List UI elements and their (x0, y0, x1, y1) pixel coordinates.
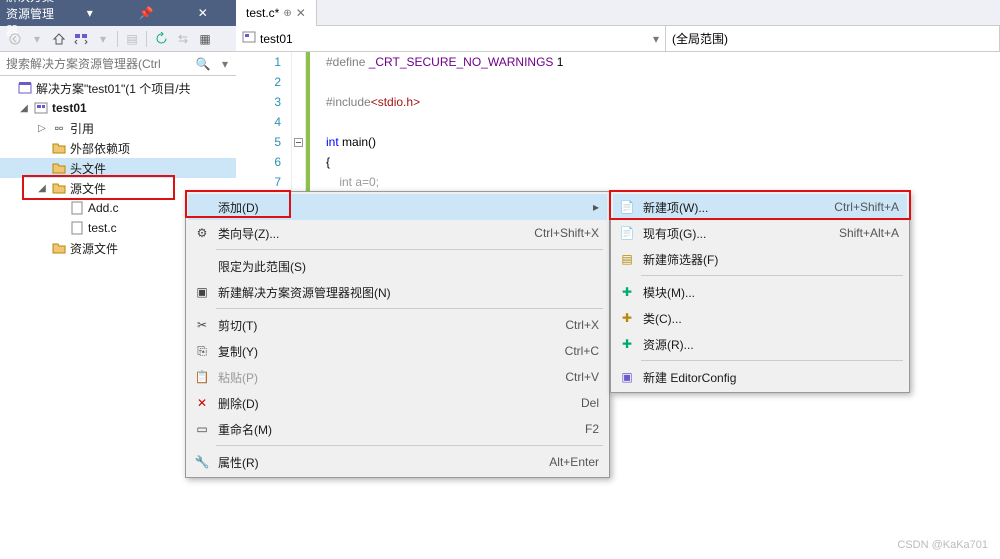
dropdown-icon[interactable]: ▾ (63, 5, 118, 21)
collapse-button[interactable]: ⇆ (172, 28, 194, 50)
menu-rename[interactable]: ▭重命名(M)F2 (188, 416, 607, 442)
context-menu: 添加(D)▸ ⚙类向导(Z)...Ctrl+Shift+X 限定为此范围(S) … (185, 191, 610, 478)
close-icon[interactable]: ✕ (176, 5, 231, 21)
wrench-icon: 🔧 (192, 455, 212, 469)
search-row: 🔍 ▾ (0, 52, 236, 76)
dropdown2-button[interactable]: ▾ (92, 28, 114, 50)
scope2-label: (全局范围) (672, 30, 728, 47)
change-indicator (306, 52, 310, 192)
paste-icon: 📋 (192, 370, 212, 384)
pin-icon[interactable]: 📌 (119, 5, 174, 21)
scope-dropdown[interactable]: test01 ▾ (236, 26, 666, 51)
scope2-dropdown[interactable]: (全局范围) (666, 26, 1000, 51)
submenu-class[interactable]: ✚类(C)... (613, 305, 907, 331)
solution-explorer-title-bar: 解决方案资源管理器 ▾ 📌 ✕ (0, 0, 236, 26)
menu-delete[interactable]: ✕删除(D)Del (188, 390, 607, 416)
tab-label: test.c* (246, 6, 279, 20)
submenu-arrow-icon: ▸ (593, 200, 599, 214)
back-button[interactable] (4, 28, 26, 50)
menu-properties[interactable]: 🔧属性(R)Alt+Enter (188, 449, 607, 475)
editor-tab-strip: test.c* ⊕ ✕ (236, 0, 1000, 26)
editorconfig-icon: ▣ (617, 370, 637, 384)
expand-arrow-icon[interactable]: ◢ (18, 103, 30, 114)
search-input[interactable] (0, 57, 192, 71)
tree-headers-node[interactable]: 头文件 (0, 158, 236, 178)
switch-view-button[interactable] (70, 28, 92, 50)
project-icon (33, 100, 49, 116)
menu-scope[interactable]: 限定为此范围(S) (188, 253, 607, 279)
menu-add[interactable]: 添加(D)▸ (188, 194, 607, 220)
copy-icon: ⎘ (192, 344, 212, 359)
menu-paste: 📋粘贴(P)Ctrl+V (188, 364, 607, 390)
menu-cut[interactable]: ✂剪切(T)Ctrl+X (188, 312, 607, 338)
cfile-icon (69, 220, 85, 236)
scope-label: test01 (260, 32, 293, 46)
expand-arrow-icon[interactable]: ◢ (36, 183, 48, 194)
close-icon[interactable]: ✕ (296, 6, 306, 20)
newitem-icon: 📄 (617, 200, 637, 214)
wizard-icon: ⚙ (192, 226, 212, 240)
home-button[interactable] (48, 28, 70, 50)
submenu-resource[interactable]: ✚资源(R)... (613, 331, 907, 357)
filter-button[interactable]: ▤ (121, 28, 143, 50)
menu-class-wizard[interactable]: ⚙类向导(Z)...Ctrl+Shift+X (188, 220, 607, 246)
search-dropdown-icon[interactable]: ▾ (214, 57, 236, 71)
folder-icon (51, 240, 67, 256)
delete-icon: ✕ (192, 396, 212, 410)
navigation-bar: test01 ▾ (全局范围) (236, 26, 1000, 52)
tree-references-node[interactable]: ▷ ▫▫ 引用 (0, 118, 236, 138)
tree-external-deps-node[interactable]: 外部依赖项 (0, 138, 236, 158)
context-submenu: 📄新建项(W)...Ctrl+Shift+A 📄现有项(G)...Shift+A… (610, 191, 910, 393)
collapsed-arrow-icon[interactable]: ▷ (36, 123, 48, 134)
submenu-new-filter[interactable]: ▤新建筛选器(F) (613, 246, 907, 272)
newview-icon: ▣ (192, 285, 212, 299)
folder-icon (51, 160, 67, 176)
chevron-down-icon: ▾ (653, 32, 659, 46)
solution-icon (17, 80, 33, 96)
menu-copy[interactable]: ⎘复制(Y)Ctrl+C (188, 338, 607, 364)
submenu-editorconfig[interactable]: ▣新建 EditorConfig (613, 364, 907, 390)
refresh-button[interactable] (150, 28, 172, 50)
pin-icon[interactable]: ⊕ (283, 8, 291, 19)
tree-project-node[interactable]: ◢ test01 (0, 98, 236, 118)
rename-icon: ▭ (192, 422, 212, 436)
cut-icon: ✂ (192, 318, 212, 332)
folder-icon (51, 140, 67, 156)
folder-icon (51, 180, 67, 196)
submenu-module[interactable]: ✚模块(M)... (613, 279, 907, 305)
editor-tab[interactable]: test.c* ⊕ ✕ (236, 0, 317, 26)
resource-icon: ✚ (617, 337, 637, 351)
references-icon: ▫▫ (51, 120, 67, 136)
explorer-toolbar: ▾ ▾ ▤ ⇆ ▦ (0, 26, 236, 52)
cfile-icon (69, 200, 85, 216)
outline-collapse-icon[interactable] (294, 138, 303, 147)
show-all-button[interactable]: ▦ (194, 28, 216, 50)
tree-solution-node[interactable]: 解决方案"test01"(1 个项目/共 (0, 78, 236, 98)
module-icon: ✚ (617, 285, 637, 299)
existitem-icon: 📄 (617, 226, 637, 240)
filter-icon: ▤ (617, 252, 637, 266)
menu-new-view[interactable]: ▣新建解决方案资源管理器视图(N) (188, 279, 607, 305)
submenu-existing-item[interactable]: 📄现有项(G)...Shift+Alt+A (613, 220, 907, 246)
forward-button[interactable]: ▾ (26, 28, 48, 50)
project-icon (242, 30, 256, 47)
submenu-new-item[interactable]: 📄新建项(W)...Ctrl+Shift+A (613, 194, 907, 220)
search-icon[interactable]: 🔍 (192, 57, 214, 71)
watermark: CSDN @KaKa701 (897, 539, 988, 551)
class-icon: ✚ (617, 311, 637, 325)
